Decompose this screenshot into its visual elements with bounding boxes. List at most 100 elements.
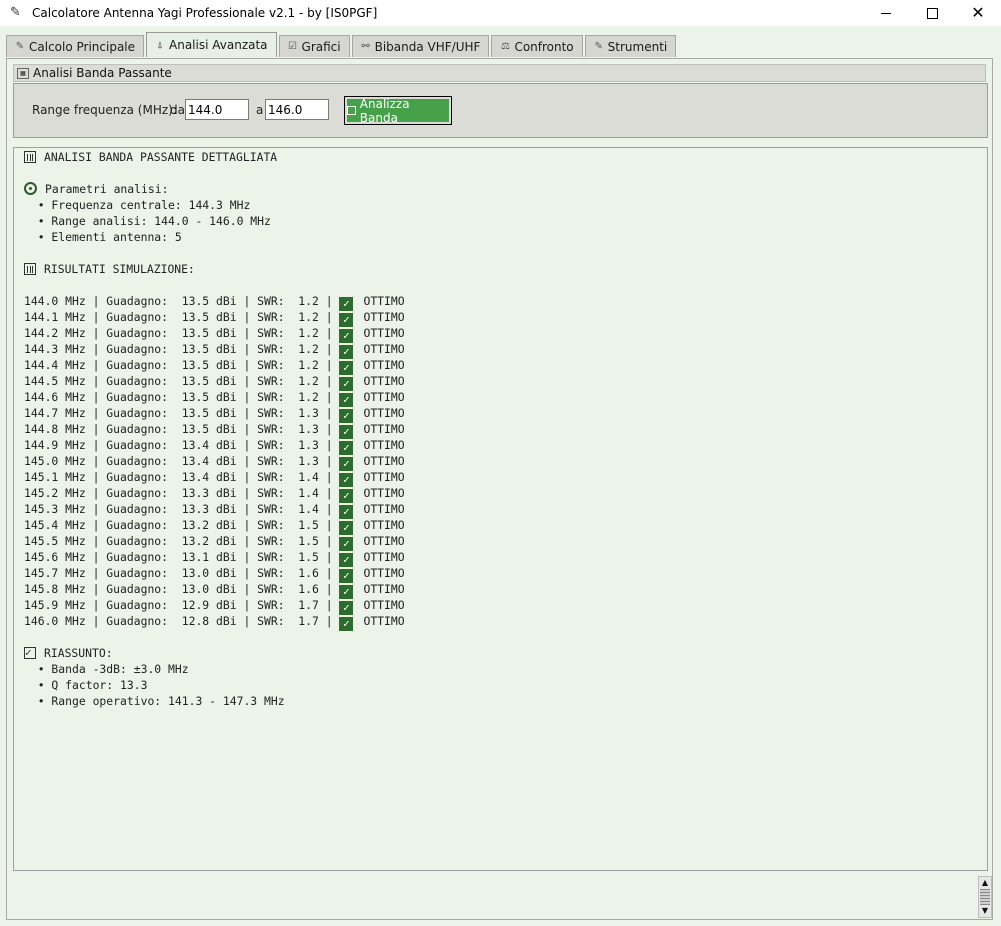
status-text: OTTIMO — [363, 486, 405, 500]
results-heading-line: RISULTATI SIMULAZIONE: — [24, 261, 195, 277]
analisi-avanzata-panel: ▦ Analisi Banda Passante Range frequenza… — [6, 58, 993, 920]
feather-icon: ✎ — [10, 5, 21, 20]
tab-2[interactable]: ☑ Grafici — [278, 35, 350, 57]
scales-icon: ⚖ — [500, 41, 510, 52]
result-row: 144.7 MHz | Guadagno: 13.5 dBi | SWR: 1.… — [24, 405, 405, 423]
status-text: OTTIMO — [363, 310, 405, 324]
result-row-text: 145.3 MHz | Guadagno: 13.3 dBi | SWR: 1.… — [24, 502, 340, 516]
status-text: OTTIMO — [363, 518, 405, 532]
result-row: 145.0 MHz | Guadagno: 13.4 dBi | SWR: 1.… — [24, 453, 405, 471]
antenna-icon: ⍋ — [157, 39, 164, 51]
range-label: Range frequenza (MHz): — [32, 103, 177, 117]
status-text: OTTIMO — [363, 422, 405, 436]
summary-line: • Range operativo: 141.3 - 147.3 MHz — [24, 694, 285, 708]
target-icon — [24, 182, 37, 195]
bandpass-section-title: Analisi Banda Passante — [33, 66, 172, 80]
status-text: OTTIMO — [363, 342, 405, 356]
pencil-icon: ✎ — [15, 41, 25, 52]
param-line: • Elementi antenna: 5 — [24, 230, 182, 244]
checkbox-chart-icon: ☑ — [288, 41, 298, 52]
bar-chart-icon — [24, 263, 36, 275]
status-text: OTTIMO — [363, 614, 405, 628]
analyze-band-button[interactable]: Analizza Banda — [344, 96, 452, 125]
result-row-text: 145.4 MHz | Guadagno: 13.2 dBi | SWR: 1.… — [24, 518, 340, 532]
result-row: 144.5 MHz | Guadagno: 13.5 dBi | SWR: 1.… — [24, 373, 405, 391]
status-text: OTTIMO — [363, 534, 405, 548]
result-row-text: 144.3 MHz | Guadagno: 13.5 dBi | SWR: 1.… — [24, 342, 340, 356]
params-heading-line: Parametri analisi: — [24, 181, 168, 197]
status-text: OTTIMO — [363, 438, 405, 452]
close-button[interactable]: ✕ — [955, 0, 1001, 26]
result-row: 145.5 MHz | Guadagno: 13.2 dBi | SWR: 1.… — [24, 533, 405, 551]
result-row-text: 145.2 MHz | Guadagno: 13.3 dBi | SWR: 1.… — [24, 486, 340, 500]
title-bar: ✎ Calcolatore Antenna Yagi Professionale… — [0, 0, 1001, 26]
result-row-text: 144.1 MHz | Guadagno: 13.5 dBi | SWR: 1.… — [24, 310, 340, 324]
result-row-text: 144.8 MHz | Guadagno: 13.5 dBi | SWR: 1.… — [24, 422, 340, 436]
result-row: 144.8 MHz | Guadagno: 13.5 dBi | SWR: 1.… — [24, 421, 405, 439]
tab-bar: ✎ Calcolo Principale ⍋ Analisi Avanzata ☑ Gra… — [6, 32, 678, 58]
scrollbar-thumb[interactable] — [980, 889, 990, 905]
results-heading: RISULTATI SIMULAZIONE: — [44, 262, 195, 276]
from-frequency-input[interactable] — [185, 99, 249, 120]
analyze-band-button-face[interactable]: Analizza Banda — [347, 97, 449, 125]
tab-label: Bibanda VHF/UHF — [374, 39, 481, 54]
result-row: 144.2 MHz | Guadagno: 13.5 dBi | SWR: 1.… — [24, 325, 405, 343]
result-row: 146.0 MHz | Guadagno: 12.8 dBi | SWR: 1.… — [24, 613, 405, 631]
satellite-icon: ⚯ — [361, 41, 370, 52]
status-text: OTTIMO — [363, 454, 405, 468]
result-row: 145.3 MHz | Guadagno: 13.3 dBi | SWR: 1.… — [24, 501, 405, 519]
result-row-text: 145.5 MHz | Guadagno: 13.2 dBi | SWR: 1.… — [24, 534, 340, 548]
result-row: 145.7 MHz | Guadagno: 13.0 dBi | SWR: 1.… — [24, 565, 405, 583]
result-row-text: 145.6 MHz | Guadagno: 13.1 dBi | SWR: 1.… — [24, 550, 340, 564]
tab-label: Grafici — [301, 39, 341, 54]
report-text-area[interactable]: ANALISI BANDA PASSANTE DETTAGLIATA Param… — [13, 147, 988, 871]
bar-chart-icon — [347, 106, 356, 115]
tab-1[interactable]: ⍋ Analisi Avanzata — [146, 32, 277, 57]
status-text: OTTIMO — [363, 598, 405, 612]
maximize-icon — [926, 7, 938, 19]
result-row: 145.6 MHz | Guadagno: 13.1 dBi | SWR: 1.… — [24, 549, 405, 567]
report-heading-line: ANALISI BANDA PASSANTE DETTAGLIATA — [24, 149, 277, 165]
status-text: OTTIMO — [363, 390, 405, 404]
scroll-down-arrow-icon[interactable]: ▼ — [979, 906, 991, 916]
result-row-text: 144.4 MHz | Guadagno: 13.5 dBi | SWR: 1.… — [24, 358, 340, 372]
vertical-scrollbar[interactable]: ▲ ▼ — [978, 876, 992, 918]
status-text: OTTIMO — [363, 470, 405, 484]
result-row-text: 144.2 MHz | Guadagno: 13.5 dBi | SWR: 1.… — [24, 326, 340, 340]
status-text: OTTIMO — [363, 550, 405, 564]
maximize-button[interactable] — [909, 0, 955, 26]
to-label: a — [256, 103, 264, 117]
tab-4[interactable]: ⚖ Confronto — [491, 35, 583, 57]
scroll-up-arrow-icon[interactable]: ▲ — [979, 878, 991, 888]
window-title: Calcolatore Antenna Yagi Professionale v… — [32, 6, 378, 20]
result-row: 144.9 MHz | Guadagno: 13.4 dBi | SWR: 1.… — [24, 437, 405, 455]
status-text: OTTIMO — [363, 502, 405, 516]
tab-label: Analisi Avanzata — [169, 38, 268, 52]
param-line: • Frequenza centrale: 144.3 MHz — [24, 198, 251, 212]
result-row: 144.0 MHz | Guadagno: 13.5 dBi | SWR: 1.… — [24, 293, 405, 311]
checkmark-icon — [24, 645, 36, 661]
result-row-text: 145.1 MHz | Guadagno: 13.4 dBi | SWR: 1.… — [24, 470, 340, 484]
result-row-text: 146.0 MHz | Guadagno: 12.8 dBi | SWR: 1.… — [24, 614, 340, 628]
status-text: OTTIMO — [363, 358, 405, 372]
status-text: OTTIMO — [363, 326, 405, 340]
minimize-icon — [881, 12, 891, 14]
result-row: 145.1 MHz | Guadagno: 13.4 dBi | SWR: 1.… — [24, 469, 405, 487]
tab-3[interactable]: ⚯ Bibanda VHF/UHF — [351, 35, 490, 57]
result-row: 145.8 MHz | Guadagno: 13.0 dBi | SWR: 1.… — [24, 581, 405, 599]
status-text: OTTIMO — [363, 566, 405, 580]
tab-0[interactable]: ✎ Calcolo Principale — [6, 35, 145, 57]
result-row: 144.1 MHz | Guadagno: 13.5 dBi | SWR: 1.… — [24, 309, 405, 327]
to-frequency-input[interactable] — [265, 99, 329, 120]
from-label: da — [170, 103, 185, 117]
bandpass-section-header: ▦ Analisi Banda Passante — [13, 64, 986, 82]
status-text: OTTIMO — [363, 406, 405, 420]
tab-label: Strumenti — [607, 39, 668, 54]
tab-label: Calcolo Principale — [29, 39, 136, 54]
result-row: 145.4 MHz | Guadagno: 13.2 dBi | SWR: 1.… — [24, 517, 405, 535]
tab-5[interactable]: ✎ Strumenti — [584, 35, 677, 57]
result-row-text: 145.7 MHz | Guadagno: 13.0 dBi | SWR: 1.… — [24, 566, 340, 580]
status-text: OTTIMO — [363, 582, 405, 596]
minimize-button[interactable] — [863, 0, 909, 26]
result-row: 145.2 MHz | Guadagno: 13.3 dBi | SWR: 1.… — [24, 485, 405, 503]
